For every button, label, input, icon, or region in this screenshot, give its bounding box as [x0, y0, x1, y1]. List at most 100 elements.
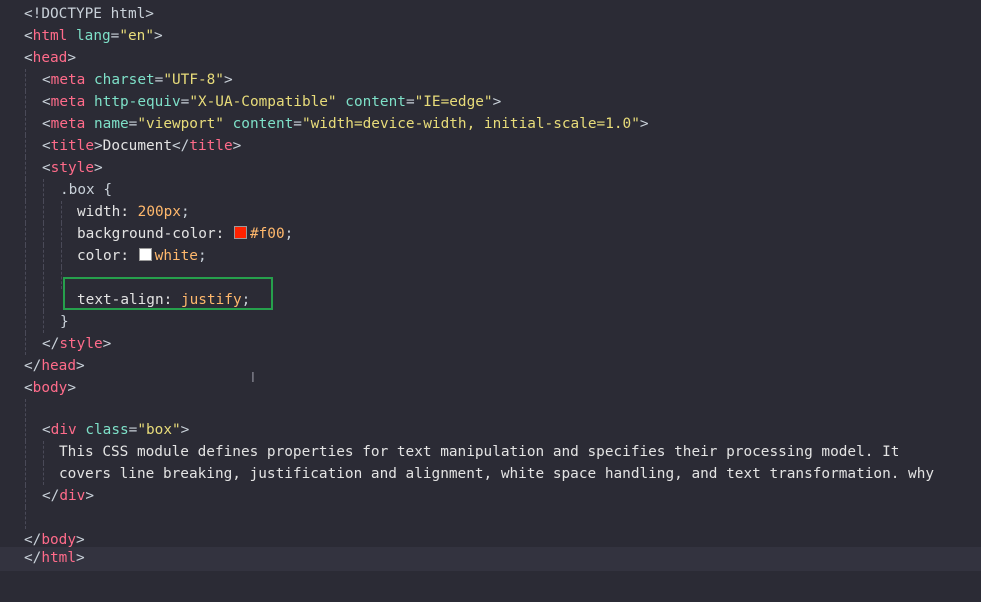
indent-guide	[25, 289, 26, 311]
indent-guide	[25, 485, 26, 507]
div-tag: div	[50, 422, 77, 438]
indent-guide	[61, 267, 62, 289]
indent-guide	[61, 245, 62, 267]
content-attr: content	[232, 116, 294, 132]
indent-guide	[25, 419, 26, 441]
class-attr: class	[85, 422, 129, 438]
color-property: color:	[77, 248, 129, 264]
code-line-8[interactable]: <style>	[0, 157, 981, 179]
background-color-value: #f00	[249, 226, 285, 242]
code-line-4[interactable]: <meta charset="UTF-8">	[0, 69, 981, 91]
meta-tag: meta	[50, 116, 86, 132]
indent-guide	[25, 157, 26, 179]
indent-guide	[61, 223, 62, 245]
head-close-tag: head	[41, 358, 76, 374]
red-color-swatch-icon[interactable]	[233, 226, 247, 239]
highlight-annotation-box	[63, 277, 273, 310]
indent-guide	[25, 91, 26, 113]
code-line-26-current[interactable]: </html>	[0, 547, 981, 571]
html-tag: html	[32, 28, 68, 44]
indent-guide	[43, 223, 44, 245]
indent-guide	[25, 223, 26, 245]
indent-guide	[43, 463, 44, 485]
code-line-24[interactable]	[0, 507, 981, 529]
paragraph-text-line-1: This CSS module defines properties for t…	[59, 444, 900, 460]
indent-guide	[43, 441, 44, 463]
content-value: "IE=edge"	[414, 94, 493, 110]
meta-tag: meta	[50, 72, 86, 88]
name-value: "viewport"	[137, 116, 224, 132]
code-editor[interactable]: <!DOCTYPE html> <html lang="en"> <head> …	[0, 0, 981, 602]
color-value: white	[154, 248, 198, 264]
title-text: Document	[102, 138, 172, 154]
indent-guide	[25, 311, 26, 333]
http-equiv-value: "X-UA-Compatible"	[189, 94, 337, 110]
code-line-2[interactable]: <html lang="en">	[0, 25, 981, 47]
body-tag: body	[32, 380, 68, 396]
css-selector: .box {	[60, 182, 112, 198]
indent-guide	[25, 463, 26, 485]
code-line-17[interactable]: </head>	[0, 355, 981, 377]
html-close-tag: html	[41, 550, 76, 566]
class-value: "box"	[137, 422, 181, 438]
indent-guide	[25, 507, 26, 529]
content-attr: content	[345, 94, 406, 110]
lang-attr: lang	[76, 28, 111, 44]
indent-guide	[25, 267, 26, 289]
lang-value: "en"	[119, 28, 154, 44]
indent-guide	[43, 311, 44, 333]
width-value: 200px	[137, 204, 181, 220]
code-line-20[interactable]: <div class="box">	[0, 419, 981, 441]
indent-guide	[25, 333, 26, 355]
paragraph-text-line-2: covers line breaking, justification and …	[59, 466, 935, 482]
white-color-swatch-icon[interactable]	[138, 248, 152, 261]
code-line-1[interactable]: <!DOCTYPE html>	[0, 3, 981, 25]
code-line-6[interactable]: <meta name="viewport" content="width=dev…	[0, 113, 981, 135]
css-close-brace: }	[60, 314, 69, 330]
text-cursor-icon: I	[251, 371, 255, 386]
indent-guide	[25, 201, 26, 223]
http-equiv-attr: http-equiv	[94, 94, 181, 110]
background-color-property: background-color:	[77, 226, 225, 242]
indent-guide	[43, 179, 44, 201]
doctype-token: <!DOCTYPE html>	[24, 6, 154, 22]
indent-guide	[25, 69, 26, 91]
code-line-12[interactable]: color: white;	[0, 245, 981, 267]
indent-guide	[25, 179, 26, 201]
head-tag: head	[32, 50, 68, 66]
code-line-19[interactable]	[0, 399, 981, 421]
code-line-16[interactable]: </style>	[0, 333, 981, 355]
body-close-tag: body	[41, 532, 76, 548]
indent-guide	[25, 245, 26, 267]
code-line-15[interactable]: }	[0, 311, 981, 333]
code-line-5[interactable]: <meta http-equiv="X-UA-Compatible" conte…	[0, 91, 981, 113]
style-tag: style	[50, 160, 94, 176]
title-tag: title	[50, 138, 94, 154]
code-line-21[interactable]: This CSS module defines properties for t…	[0, 441, 981, 463]
code-line-9[interactable]: .box {	[0, 179, 981, 201]
indent-guide	[25, 399, 26, 421]
indent-guide	[43, 289, 44, 311]
indent-guide	[25, 113, 26, 135]
title-close-tag: title	[189, 138, 233, 154]
div-close-tag: div	[59, 488, 86, 504]
meta-tag: meta	[50, 94, 86, 110]
code-line-23[interactable]: </div>	[0, 485, 981, 507]
code-line-3[interactable]: <head>	[0, 47, 981, 69]
content-value: "width=device-width, initial-scale=1.0"	[301, 116, 640, 132]
indent-guide	[43, 267, 44, 289]
indent-guide	[25, 135, 26, 157]
charset-value: "UTF-8"	[163, 72, 224, 88]
width-property: width:	[77, 204, 129, 220]
indent-guide	[43, 245, 44, 267]
charset-attr: charset	[94, 72, 155, 88]
indent-guide	[43, 201, 44, 223]
indent-guide	[25, 441, 26, 463]
style-close-tag: style	[59, 336, 103, 352]
code-line-11[interactable]: background-color: #f00;	[0, 223, 981, 245]
code-line-10[interactable]: width: 200px;	[0, 201, 981, 223]
code-line-18[interactable]: <body>	[0, 377, 981, 399]
name-attr: name	[94, 116, 129, 132]
code-line-7[interactable]: <title>Document</title>	[0, 135, 981, 157]
code-line-22[interactable]: covers line breaking, justification and …	[0, 463, 981, 485]
